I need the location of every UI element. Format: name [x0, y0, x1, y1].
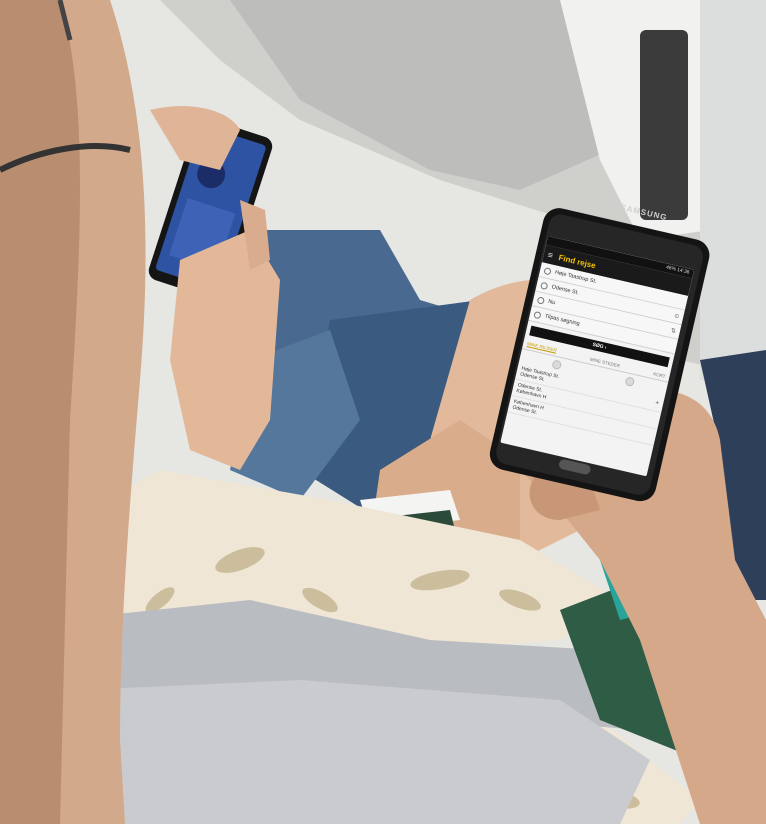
locate-icon[interactable]: ⊙: [674, 312, 680, 320]
photo-scene: 46% 14:36 ≡ Find rejse Høje Taastrup St.…: [0, 0, 766, 824]
location-icon: [543, 266, 552, 276]
clock-icon: [536, 295, 546, 305]
menu-icon[interactable]: ≡: [547, 249, 554, 260]
tab-kort[interactable]: KORT: [653, 371, 666, 379]
briefcase-icon[interactable]: [624, 375, 636, 387]
swap-icon[interactable]: ⇅: [670, 327, 676, 335]
filter-icon: [533, 310, 542, 319]
location-icon: [540, 281, 549, 290]
add-icon[interactable]: +: [654, 399, 660, 407]
home-icon[interactable]: [551, 358, 563, 370]
